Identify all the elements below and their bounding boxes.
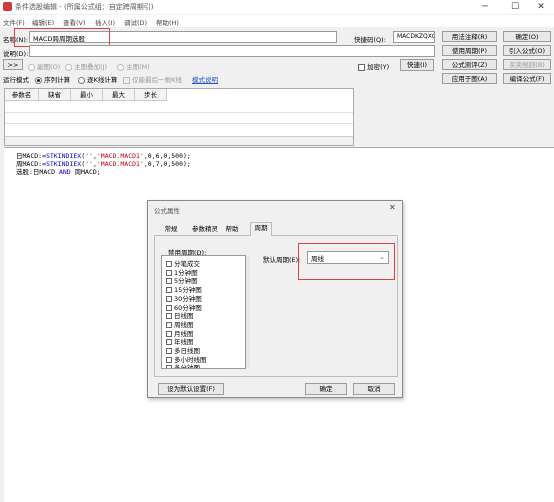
lastbar-label: 仅能最后一根K线: [132, 76, 182, 84]
menu-insert[interactable]: 插入(I): [95, 17, 115, 27]
period-list-scrollbar[interactable]: [246, 256, 250, 368]
code-line-3: 选股:日MACD AND 周MACD;: [16, 166, 101, 176]
import-formula-button[interactable]: 引入公式(O): [503, 45, 551, 56]
shortcut-input[interactable]: MACDKZQXG: [393, 31, 435, 43]
menu-bar: 文件(F) 编辑(E) 查看(V) 插入(I) 调试(D) 帮助(H): [0, 15, 554, 27]
encrypt-label: 加密(Y): [367, 63, 390, 71]
minimize-icon[interactable]: ─: [472, 0, 498, 14]
menu-debug[interactable]: 调试(D): [124, 17, 147, 27]
close-icon[interactable]: ✕: [528, 0, 554, 14]
lastbar-checkbox[interactable]: 仅能最后一根K线: [123, 74, 182, 84]
tab-period[interactable]: 周期: [250, 222, 272, 236]
runmode-sequence-label: 序列计算: [44, 76, 71, 84]
params-table: 参数名 缺省 最小 最大 步长: [4, 88, 354, 146]
overlay-radio-label: 主图叠加(J): [74, 63, 108, 71]
apply-to-chart-button[interactable]: 应用于图(A): [442, 73, 497, 84]
code-token: 周MACD;: [70, 168, 101, 176]
formula-properties-dialog: 公式属性 ✕ 常规 参数精灵 帮助 周期 禁用周期(D): 分笔成交 1分钟图 5分…: [147, 200, 403, 398]
title-bar: 条件选股编辑 - (所属公式组：自定跨周期引) ─ ☐ ✕: [0, 0, 554, 14]
period-checkbox[interactable]: [166, 365, 172, 368]
encrypt-checkbox-box: [358, 63, 365, 71]
mainchart-radio-dot: [117, 63, 124, 71]
menu-file[interactable]: 文件(F): [3, 17, 25, 27]
formula-test-button[interactable]: 公式测评(Z): [442, 59, 497, 70]
runmode-sequence-radio[interactable]: 序列计算: [35, 74, 70, 84]
desc-input[interactable]: [29, 45, 435, 57]
col-header-step: 步长: [135, 89, 167, 101]
code-token: 'MACD.MACD1': [96, 160, 144, 168]
speed-button[interactable]: 快速(I): [400, 59, 434, 71]
overlay-radio[interactable]: 主图叠加(J): [65, 61, 107, 71]
dialog-close-icon[interactable]: ✕: [389, 203, 396, 212]
usage-note-button[interactable]: 用法注释(R): [442, 31, 497, 42]
mainchart-radio[interactable]: 主图(M): [117, 61, 150, 71]
mainchart-radio-label: 主图(M): [126, 63, 150, 71]
runmode-stepwise-label: 逐K线计算: [87, 76, 118, 84]
menu-help[interactable]: 帮助(H): [156, 17, 179, 27]
expand-button[interactable]: >>: [3, 59, 23, 70]
use-period-button[interactable]: 使用周期(P): [442, 45, 497, 56]
menu-view[interactable]: 查看(V): [63, 17, 86, 27]
menu-edit[interactable]: 编辑(E): [32, 17, 54, 27]
lastbar-checkbox-box: [123, 76, 130, 84]
compile-formula-button[interactable]: 编译公式(F): [503, 73, 551, 84]
runmode-label: 运行模式: [3, 76, 29, 84]
subchart-radio-label: 副图(O): [37, 63, 61, 71]
code-token: ,0,7,0,500);: [143, 160, 191, 168]
reset-default-button[interactable]: 设为默认设置(F): [158, 383, 224, 395]
col-header-min: 最小: [71, 89, 103, 101]
window-title: 条件选股编辑 - (所属公式组：自定跨周期引): [15, 3, 154, 11]
subchart-radio[interactable]: 副图(O): [28, 61, 60, 71]
tab-general[interactable]: 常规: [162, 224, 180, 235]
encrypt-checkbox[interactable]: 加密(Y): [358, 61, 389, 71]
disabled-period-list[interactable]: 分笔成交 1分钟图 5分钟图 15分钟图 30分钟图 60分钟图 日线图 周线图 月线图 年线图多…: [161, 255, 246, 369]
subchart-radio-dot: [28, 63, 35, 71]
desc-label: 说明(D):: [3, 50, 29, 58]
shortcut-label: 快捷码(Q):: [354, 36, 386, 44]
dialog-cancel-button[interactable]: 取消: [353, 383, 395, 395]
tab-param-wizard[interactable]: 参数精灵: [190, 224, 220, 235]
table-row: [5, 123, 353, 124]
table-row: [5, 112, 353, 113]
code-token: 选股:日MACD: [16, 168, 59, 176]
col-header-max: 最大: [103, 89, 135, 101]
tab-help[interactable]: 帮助: [224, 224, 240, 235]
trade-rules-button[interactable]: 买卖规则(B): [503, 59, 551, 70]
dialog-ok-button[interactable]: 确定: [305, 383, 347, 395]
runmode-stepwise-radio[interactable]: 逐K线计算: [78, 74, 117, 84]
default-period-label: 默认周期(E):: [263, 256, 301, 264]
overlay-radio-dot: [65, 63, 72, 71]
mode-help-link[interactable]: 模式说明: [192, 74, 218, 84]
period-label: 多分钟图: [174, 364, 200, 369]
highlight-box-default-period: [298, 243, 395, 280]
code-token: AND: [58, 168, 71, 176]
period-list-item[interactable]: 多分钟图: [166, 362, 200, 369]
maximize-icon[interactable]: ☐: [502, 0, 528, 14]
dialog-title: 公式属性: [154, 207, 180, 215]
ok-button[interactable]: 确定(O): [503, 31, 551, 42]
app-icon: [3, 2, 12, 11]
runmode-stepwise-dot: [78, 76, 85, 84]
col-header-default: 缺省: [39, 89, 71, 101]
formula-editor-window: 条件选股编辑 - (所属公式组：自定跨周期引) ─ ☐ ✕ 文件(F) 编辑(E…: [0, 0, 554, 502]
runmode-sequence-dot: [35, 76, 42, 84]
col-header-name: 参数名: [5, 89, 39, 101]
params-hscrollbar[interactable]: [5, 136, 353, 145]
